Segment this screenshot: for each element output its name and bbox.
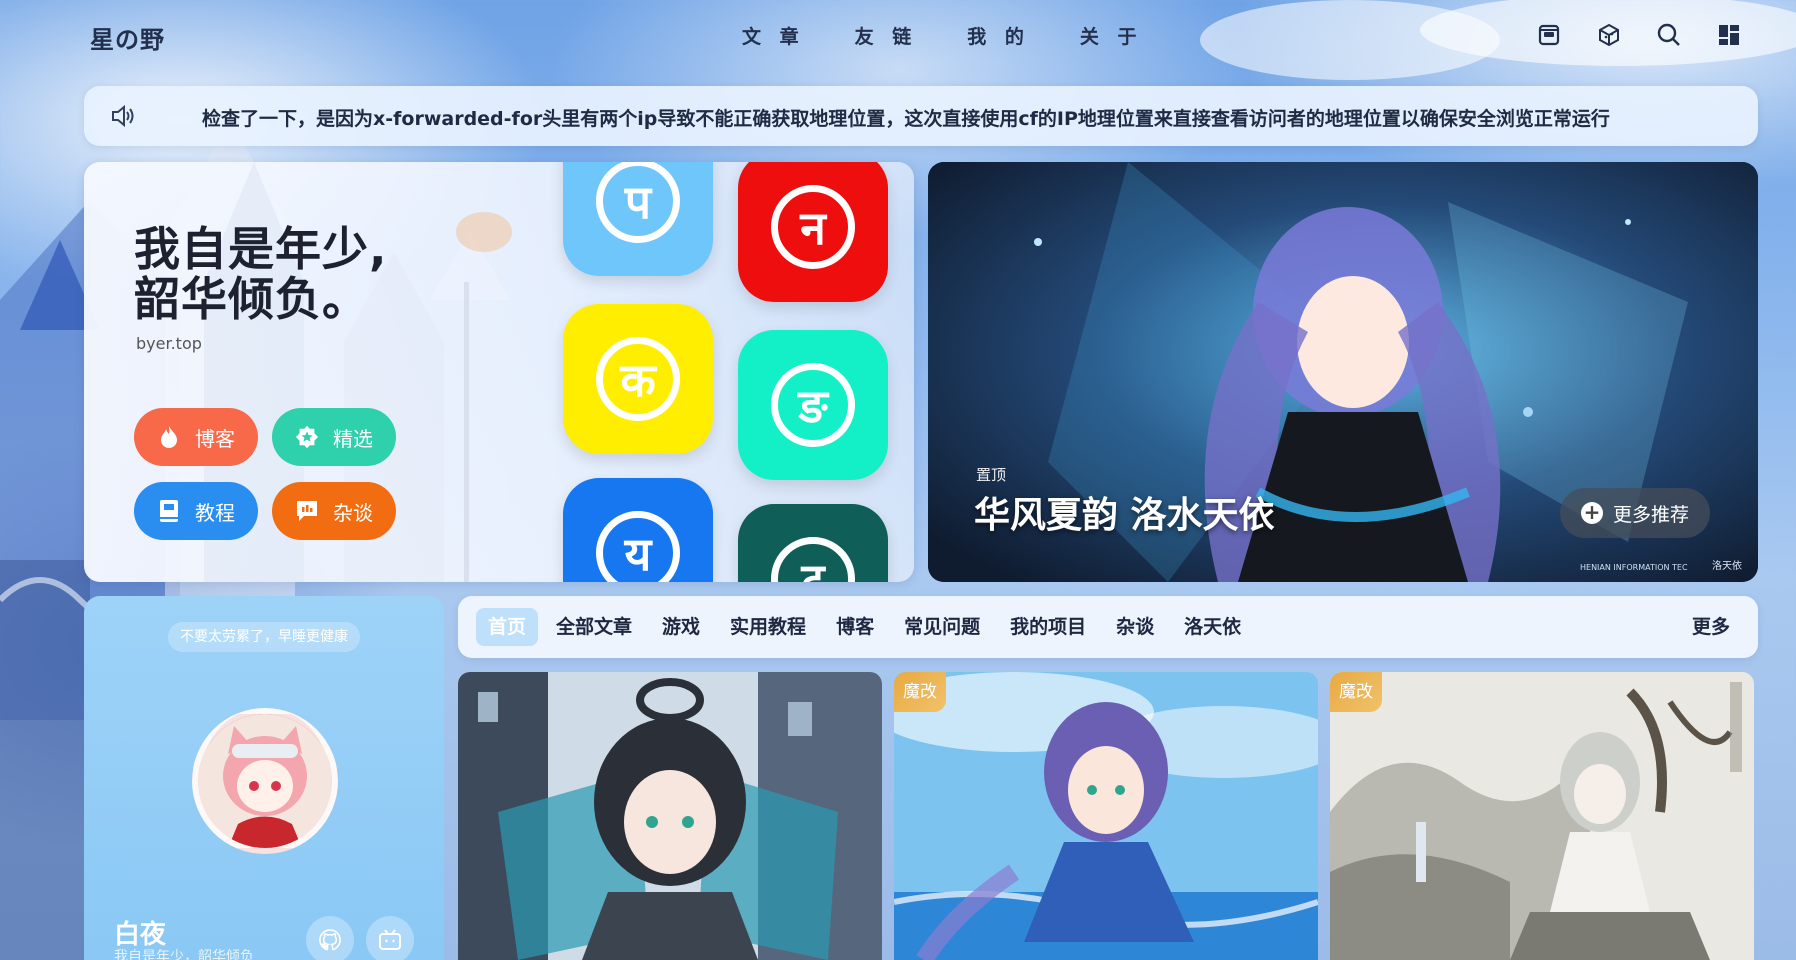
menu-item-mine[interactable]: 我 的: [967, 22, 1030, 49]
category-blog[interactable]: 博客: [824, 608, 886, 646]
category-games[interactable]: 游戏: [650, 608, 712, 646]
featured-button-label: 精选: [333, 426, 373, 451]
tile-glyph: प: [596, 162, 680, 243]
tile-glyph: ङ: [771, 363, 855, 447]
image-watermark: 洛天依: [1712, 561, 1742, 572]
featured-post-title[interactable]: 华风夏韵 洛水天依: [974, 486, 1275, 538]
more-recommend-button[interactable]: + 更多推荐: [1560, 488, 1710, 538]
avatar[interactable]: [192, 708, 338, 854]
app-tile[interactable]: ट: [738, 504, 888, 582]
post-card[interactable]: [458, 672, 882, 960]
hero-subtitle: byer.top: [136, 334, 202, 353]
star-badge-icon: [295, 425, 319, 449]
profile-card: 不要太劳累了，早睡更健康 白夜 我自是年少，韶华倾负: [84, 596, 444, 960]
app-tile[interactable]: क: [563, 304, 713, 454]
chat-button-label: 杂谈: [333, 500, 373, 525]
category-projects[interactable]: 我的项目: [998, 608, 1098, 646]
chat-button[interactable]: 杂谈: [272, 482, 396, 540]
top-navbar: 星の野 文 章 友 链 我 的 关 于: [0, 0, 1796, 74]
pinned-tag: 置顶: [976, 466, 1007, 484]
tile-glyph: ट: [771, 537, 855, 582]
post-card[interactable]: 魔改: [1330, 672, 1754, 960]
tile-glyph: न: [771, 185, 855, 269]
category-luotianyi[interactable]: 洛天依: [1172, 608, 1253, 646]
menu-item-articles[interactable]: 文 章: [742, 22, 805, 49]
category-all-articles[interactable]: 全部文章: [544, 608, 644, 646]
announcement-bar: 检查了一下，是因为x-forwarded-for头里有两个ip导致不能正确获取地…: [84, 86, 1758, 146]
github-icon[interactable]: [306, 916, 354, 960]
featured-post-card[interactable]: 置顶 华风夏韵 洛水天依 + 更多推荐 HENIAN INFORMATION T…: [928, 162, 1758, 582]
post-card[interactable]: 魔改: [894, 672, 1318, 960]
tutorial-button-label: 教程: [195, 500, 235, 525]
image-watermark-text: HENIAN INFORMATION TEC: [1580, 563, 1688, 572]
bilibili-icon[interactable]: [366, 916, 414, 960]
speaker-icon: [110, 103, 136, 133]
nav-icon-group: [1534, 20, 1744, 50]
more-recommend-label: 更多推荐: [1612, 503, 1689, 526]
category-faq[interactable]: 常见问题: [892, 608, 992, 646]
modified-badge: 魔改: [1330, 672, 1382, 712]
app-tile[interactable]: य: [563, 478, 713, 582]
main-menu: 文 章 友 链 我 的 关 于: [742, 22, 1143, 49]
cube-icon[interactable]: [1594, 20, 1624, 50]
archive-icon[interactable]: [1534, 20, 1564, 50]
category-list: 首页 全部文章 游戏 实用教程 博客 常见问题 我的项目 杂谈 洛天依: [476, 608, 1253, 646]
post-thumbnail: [458, 672, 882, 960]
hero-panel: 我自是年少, 韶华倾负。 byer.top 博客 精选 教程 杂谈 प न क …: [84, 162, 914, 582]
app-tile[interactable]: ङ: [738, 330, 888, 480]
search-icon[interactable]: [1654, 20, 1684, 50]
menu-item-links[interactable]: 友 链: [855, 22, 918, 49]
post-thumbnail: [894, 672, 1318, 960]
profile-tip: 不要太劳累了，早睡更健康: [168, 622, 360, 652]
post-thumbnail: [1330, 672, 1754, 960]
chat-icon: [295, 499, 319, 523]
app-tile[interactable]: न: [738, 162, 888, 302]
category-home[interactable]: 首页: [476, 608, 539, 646]
hero-title-line1: 我自是年少,: [134, 222, 388, 276]
announcement-text[interactable]: 检查了一下，是因为x-forwarded-for头里有两个ip导致不能正确获取地…: [202, 104, 1610, 131]
blog-button[interactable]: 博客: [134, 408, 258, 466]
category-bar: 首页 全部文章 游戏 实用教程 博客 常见问题 我的项目 杂谈 洛天依 更多: [458, 596, 1758, 658]
tile-glyph: य: [596, 511, 680, 582]
menu-item-about[interactable]: 关 于: [1080, 22, 1143, 49]
book-icon: [157, 499, 181, 523]
category-more-link[interactable]: 更多: [1692, 608, 1730, 646]
hero-title: 我自是年少, 韶华倾负。: [134, 224, 387, 324]
category-chat[interactable]: 杂谈: [1104, 608, 1166, 646]
site-logo[interactable]: 星の野: [90, 20, 165, 55]
app-tile[interactable]: प: [563, 162, 713, 276]
tile-glyph: क: [596, 337, 680, 421]
flame-icon: [157, 425, 181, 449]
category-tutorials[interactable]: 实用教程: [718, 608, 818, 646]
modified-badge: 魔改: [894, 672, 946, 712]
featured-button[interactable]: 精选: [272, 408, 396, 466]
profile-slogan: 我自是年少，韶华倾负: [114, 949, 254, 960]
blog-button-label: 博客: [195, 426, 235, 451]
plus-icon: +: [1580, 502, 1603, 524]
tutorial-button[interactable]: 教程: [134, 482, 258, 540]
grid-icon[interactable]: [1714, 20, 1744, 50]
hero-title-line2: 韶华倾负。: [134, 272, 369, 326]
